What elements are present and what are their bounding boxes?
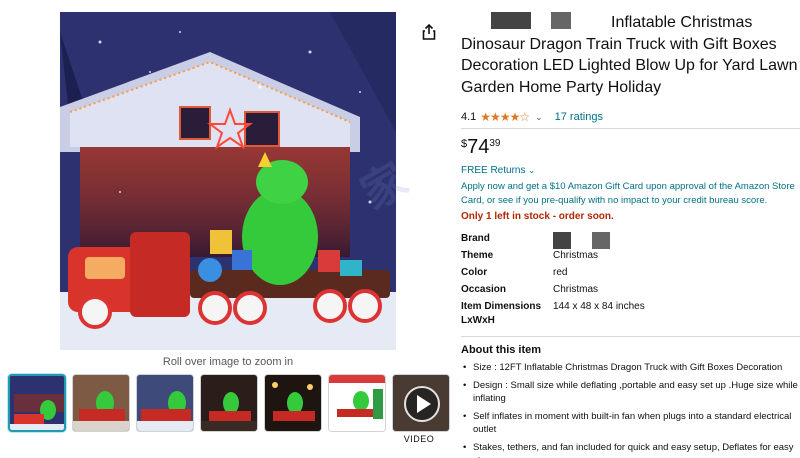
video-thumbnail[interactable] <box>392 374 450 432</box>
about-heading: About this item <box>461 344 542 356</box>
thumbnail-2[interactable] <box>72 374 130 432</box>
thumbnail-6[interactable] <box>328 374 386 432</box>
price-fraction: 39 <box>489 138 501 149</box>
rating-value: 4.1 <box>461 111 477 123</box>
list-item: Self inflates in moment with built-in fa… <box>461 410 800 436</box>
video-label: VIDEO <box>403 434 435 444</box>
thumbnail-4[interactable] <box>200 374 258 432</box>
title-rest: Dinosaur Dragon Train Truck with Gift Bo… <box>461 35 798 96</box>
ratings-link[interactable]: 17 ratings <box>555 111 603 123</box>
thumbnail-3[interactable] <box>136 374 194 432</box>
share-icon[interactable] <box>419 22 439 42</box>
gift-card-offer[interactable]: Apply now and get a $10 Amazon Gift Card… <box>461 180 800 208</box>
rating-row: 4.1 ★★★★☆ ⌄ 17 ratings <box>461 110 603 124</box>
thumbnail-5[interactable] <box>264 374 322 432</box>
divider <box>461 128 800 129</box>
stock-status: Only 1 left in stock - order soon. <box>461 211 614 222</box>
main-product-image[interactable] <box>60 12 396 350</box>
star-rating-icon[interactable]: ★★★★☆ <box>480 110 530 124</box>
list-item: Stakes, tethers, and fan included for qu… <box>461 441 800 458</box>
divider <box>461 336 800 337</box>
zoom-hint: Roll over image to zoom in <box>162 356 294 368</box>
price-whole: 74 <box>467 136 490 158</box>
about-bullets: Size : 12FT Inflatable Christmas Dragon … <box>461 361 800 458</box>
list-item: Design : Small size while deflating ,por… <box>461 379 800 405</box>
price: $7439 <box>461 136 501 158</box>
thumbnail-1[interactable] <box>8 374 66 432</box>
brand-redaction <box>491 12 572 31</box>
product-title: Inflatable Christmas Dinosaur Dragon Tra… <box>461 12 800 98</box>
list-item: Size : 12FT Inflatable Christmas Dragon … <box>461 361 800 374</box>
free-returns-link[interactable]: FREE Returns ⌄ <box>461 165 535 176</box>
chevron-down-icon: ⌄ <box>528 166 535 175</box>
chevron-down-icon[interactable]: ⌄ <box>535 112 543 123</box>
